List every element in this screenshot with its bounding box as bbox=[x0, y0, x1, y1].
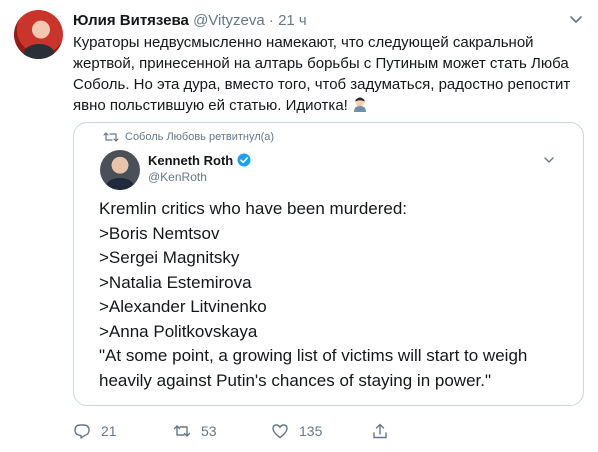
separator: · bbox=[268, 12, 274, 29]
verified-badge-icon bbox=[237, 153, 251, 167]
reply-button[interactable]: 21 bbox=[73, 422, 117, 440]
quoted-author-name: Kenneth Roth bbox=[148, 153, 234, 168]
author-handle[interactable]: @Vityzeva bbox=[193, 12, 265, 29]
quoted-author-name-row: Kenneth Roth bbox=[148, 153, 251, 168]
chevron-down-icon bbox=[544, 157, 554, 163]
retweet-count: 53 bbox=[201, 423, 217, 439]
quoted-tweet-card[interactable]: Соболь Любовь ретвитнул(а) Kenneth Roth … bbox=[73, 122, 584, 406]
retweeted-by-label: Соболь Любовь ретвитнул(а) bbox=[125, 131, 275, 143]
quoted-line: >Natalia Estemirova bbox=[99, 272, 252, 292]
chevron-down-icon[interactable] bbox=[568, 11, 584, 27]
quoted-line: heavily against Putin's chances of stayi… bbox=[99, 370, 492, 390]
retweet-icon bbox=[103, 132, 119, 142]
tweet-time[interactable]: 21 ч bbox=[278, 12, 307, 29]
tweet-body: Кураторы недвусмысленно намекают, что сл… bbox=[73, 34, 571, 114]
tweet-actions: 21 53 135 bbox=[73, 422, 393, 444]
like-count: 135 bbox=[299, 423, 323, 439]
reply-icon bbox=[74, 424, 90, 439]
retweet-button[interactable]: 53 bbox=[173, 422, 217, 440]
quoted-line: >Alexander Litvinenko bbox=[99, 297, 267, 316]
quoted-line: >Anna Politkovskaya bbox=[99, 321, 258, 341]
tweet-text: Кураторы недвусмысленно намекают, что сл… bbox=[73, 32, 573, 116]
quoted-line: >Boris Nemtsov bbox=[99, 223, 220, 243]
quoted-author-avatar bbox=[100, 150, 140, 190]
quoted-line: >Sergei Magnitsky bbox=[99, 248, 240, 267]
like-button[interactable]: 135 bbox=[271, 422, 322, 440]
heart-icon bbox=[272, 424, 288, 439]
author-name[interactable]: Юлия Витязева bbox=[73, 12, 189, 29]
quoted-tweet-body: Kremlin critics who have been murdered: … bbox=[99, 197, 569, 393]
author-avatar[interactable] bbox=[14, 10, 63, 59]
reply-count: 21 bbox=[101, 423, 117, 439]
quoted-line: Kremlin critics who have been murdered: bbox=[99, 199, 408, 218]
share-icon bbox=[373, 423, 387, 439]
quoted-line: "At some point, a growing list of victim… bbox=[99, 346, 528, 365]
quoted-author-handle: @KenRoth bbox=[148, 170, 207, 184]
retweet-icon bbox=[173, 425, 191, 437]
tweet-header: Юлия Витязева @Vityzeva · 21 ч bbox=[73, 11, 558, 31]
share-button[interactable] bbox=[371, 422, 389, 440]
quoted-tweet-screenshot: Соболь Любовь ретвитнул(а) Kenneth Roth … bbox=[87, 123, 572, 405]
facepalm-emoji-icon bbox=[354, 97, 366, 112]
